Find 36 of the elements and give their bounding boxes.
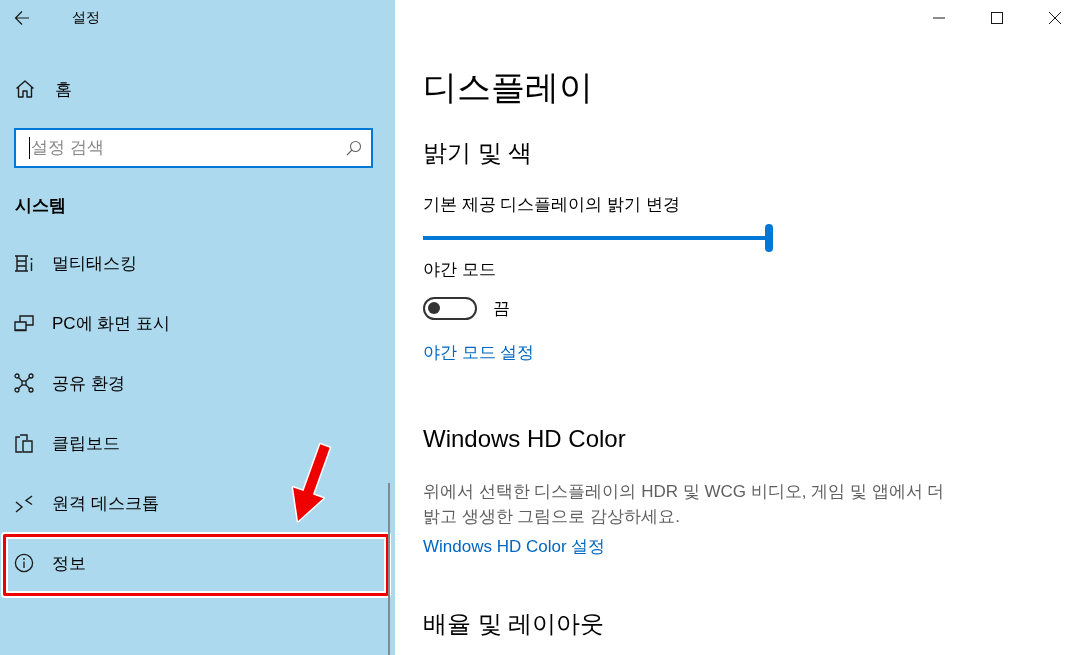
section-heading: 밝기 및 색 [423,138,533,168]
info-icon [14,553,34,573]
settings-link[interactable]: 야간 모드 설정 [423,341,535,365]
toggle-label: 야간 모드 [423,259,496,281]
window-frame-icon [14,253,34,273]
nav-item[interactable]: 정보 [0,533,385,593]
slider-label: 기본 제공 디스플레이의 밝기 변경 [423,194,680,216]
chevrons-icon [14,493,34,513]
home-icon [15,79,35,99]
back-arrow-icon [14,10,30,26]
close-icon [1049,12,1061,24]
nav-item[interactable]: 공유 환경 [0,353,385,413]
network-nodes-icon [14,373,34,393]
nav-item[interactable]: 멀티태스킹 [0,233,385,293]
section-heading: Windows HD Color [423,424,626,454]
search-field[interactable]: 설정 검색 [14,128,373,168]
toggle-switch[interactable] [423,296,477,320]
section-title: 시스템 [15,195,66,217]
nav-item[interactable]: PC에 화면 표시 [0,293,385,353]
nav-item[interactable]: 원격 데스크톱 [0,473,385,533]
nav-item[interactable]: 클립보드 [0,413,385,473]
toggle-state-text: 끔 [493,297,510,320]
section-heading: 배율 및 레이아웃 [423,609,605,639]
settings-link[interactable]: Windows HD Color 설정 [423,535,606,559]
window-title: 설정 [72,9,100,27]
clipboard-icon [14,433,34,453]
maximize-icon [991,12,1003,24]
scrollbar[interactable] [388,483,390,655]
page-title: 디스플레이 [423,67,593,108]
brightness-slider[interactable] [423,224,773,252]
search-icon[interactable] [346,140,362,156]
home-nav-item[interactable]: 홈 [0,69,82,109]
monitors-icon [14,313,34,333]
text-cursor-icon [29,137,30,159]
slider-thumb[interactable] [765,224,773,252]
description-text: 위에서 선택한 디스플레이의 HDR 및 WCG 비디오, 게임 및 앱에서 더 밝고 생생한 그림으로 감상하세요. [423,481,946,528]
